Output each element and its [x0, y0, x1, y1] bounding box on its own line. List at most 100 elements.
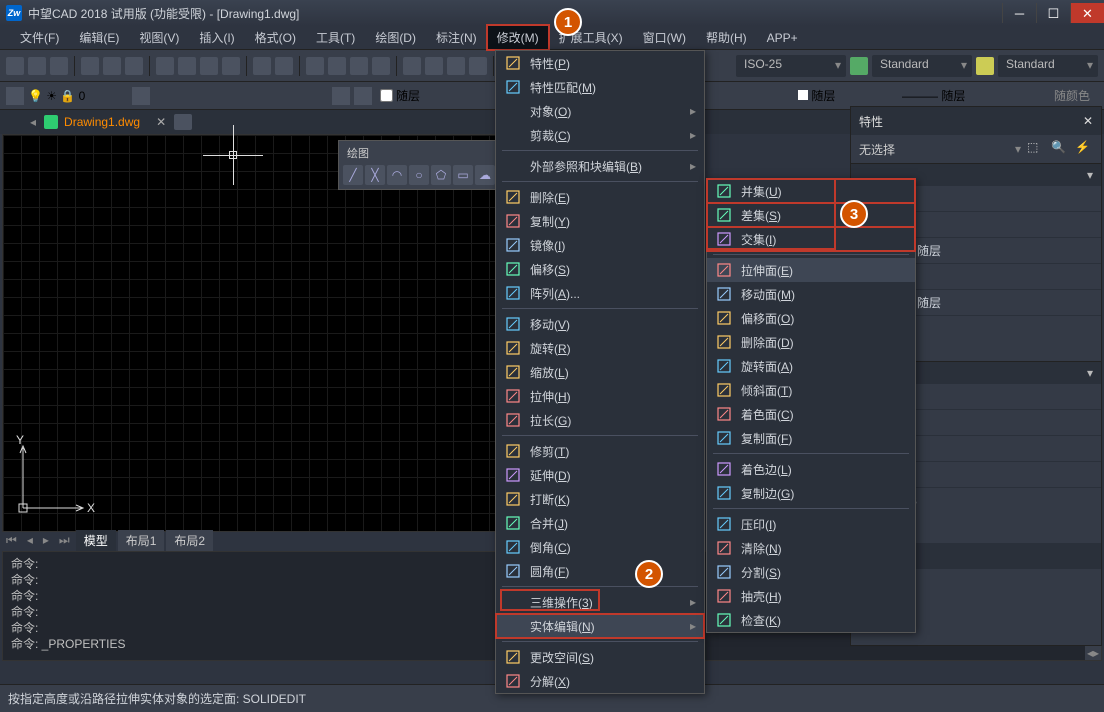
menu-item-explode[interactable]: 分解(X)	[496, 669, 704, 693]
linetype-icon[interactable]	[332, 87, 350, 105]
tab-prev-icon[interactable]: ◂	[23, 533, 37, 547]
new-icon[interactable]	[6, 57, 24, 75]
menu-item-union[interactable]: 并集(U)	[707, 179, 915, 203]
open-icon[interactable]	[28, 57, 46, 75]
menu-item-offf[interactable]: 偏移面(O)	[707, 306, 915, 330]
color-combo[interactable]: 随层	[798, 87, 898, 104]
print-icon[interactable]	[81, 57, 99, 75]
menu-item-delf[interactable]: 删除面(D)	[707, 330, 915, 354]
menu-视图V[interactable]: 视图(V)	[129, 25, 189, 50]
menu-item-colorf[interactable]: 着色面(C)	[707, 402, 915, 426]
textstyle-icon[interactable]	[976, 57, 994, 75]
xline-icon[interactable]: ╳	[365, 165, 385, 185]
pan-icon[interactable]	[306, 57, 324, 75]
polygon-icon[interactable]: ⬠	[431, 165, 451, 185]
menu-item-props[interactable]: 特性(P)	[496, 51, 704, 75]
quickselect-icon[interactable]: 🔍	[1051, 140, 1069, 158]
menu-item-对象(O)[interactable]: 对象(O)▸	[496, 99, 704, 123]
menu-窗口W[interactable]: 窗口(W)	[633, 25, 696, 50]
menu-item-extend[interactable]: 延伸(D)	[496, 463, 704, 487]
tab-model[interactable]: 模型	[76, 530, 116, 551]
menu-插入I[interactable]: 插入(I)	[189, 25, 244, 50]
line-icon[interactable]: ╱	[343, 165, 363, 185]
menu-item-lengthen[interactable]: 拉长(G)	[496, 408, 704, 432]
props-icon[interactable]	[403, 57, 421, 75]
menu-item-三维操作(3)[interactable]: 三维操作(3)▸	[496, 590, 704, 614]
menu-工具T[interactable]: 工具(T)	[306, 25, 365, 50]
tablestyle-combo[interactable]: Standard	[998, 55, 1098, 77]
menu-item-copy[interactable]: 复制(Y)	[496, 209, 704, 233]
selection-combo[interactable]: 无选择	[859, 141, 1009, 158]
menu-item-taperf[interactable]: 倾斜面(T)	[707, 378, 915, 402]
dimstyle-icon[interactable]	[850, 57, 868, 75]
flash-icon[interactable]: ⚡	[1075, 140, 1093, 158]
matchprops-icon[interactable]	[222, 57, 240, 75]
zoomwin-icon[interactable]	[350, 57, 368, 75]
menu-格式O[interactable]: 格式(O)	[245, 25, 306, 50]
menu-item-movef[interactable]: 移动面(M)	[707, 282, 915, 306]
designcenter-icon[interactable]	[425, 57, 443, 75]
menu-item-mirror[interactable]: 镜像(I)	[496, 233, 704, 257]
menu-item-copye[interactable]: 复制边(G)	[707, 481, 915, 505]
rect-icon[interactable]: ▭	[453, 165, 473, 185]
menu-item-break[interactable]: 打断(K)	[496, 487, 704, 511]
menu-绘图D[interactable]: 绘图(D)	[365, 25, 426, 50]
menu-文件F[interactable]: 文件(F)	[10, 25, 69, 50]
linetype2-icon[interactable]	[354, 87, 372, 105]
menu-item-extrf[interactable]: 拉伸面(E)	[707, 258, 915, 282]
menu-item-sep[interactable]: 分割(S)	[707, 560, 915, 584]
menu-item-stretch[interactable]: 拉伸(H)	[496, 384, 704, 408]
cut-icon[interactable]	[156, 57, 174, 75]
menu-item-rotf[interactable]: 旋转面(A)	[707, 354, 915, 378]
tab-layout1[interactable]: 布局1	[118, 530, 165, 551]
save-icon[interactable]	[50, 57, 68, 75]
menu-item-array[interactable]: 阵列(A)...	[496, 281, 704, 305]
menu-修改M[interactable]: 修改(M)	[487, 25, 549, 50]
undo-icon[interactable]	[253, 57, 271, 75]
circle-icon[interactable]: ○	[409, 165, 429, 185]
tab-first-icon[interactable]: ⏮	[2, 533, 21, 548]
arc-icon[interactable]: ◠	[387, 165, 407, 185]
menu-item-imprint[interactable]: 压印(I)	[707, 512, 915, 536]
menu-item-space[interactable]: 更改空间(S)	[496, 645, 704, 669]
publish-icon[interactable]	[125, 57, 143, 75]
bylayer-check[interactable]	[380, 89, 393, 102]
preview-icon[interactable]	[103, 57, 121, 75]
draw-toolbar[interactable]: 绘图 ╱ ╳ ◠ ○ ⬠ ▭ ☁	[338, 140, 500, 190]
menu-item-move[interactable]: 移动(V)	[496, 312, 704, 336]
tab-last-icon[interactable]: ⏭	[55, 533, 74, 548]
tab-next-icon[interactable]: ▸	[39, 533, 53, 547]
menu-APP+[interactable]: APP+	[757, 27, 808, 49]
menu-item-fillet[interactable]: 圆角(F)	[496, 559, 704, 583]
minimize-button[interactable]: ─	[1002, 3, 1036, 23]
menu-item-check[interactable]: 检查(K)	[707, 608, 915, 632]
redo-icon[interactable]	[275, 57, 293, 75]
menu-item-剪裁(C)[interactable]: 剪裁(C)▸	[496, 123, 704, 147]
zoomprev-icon[interactable]	[372, 57, 390, 75]
pickadd-icon[interactable]: ⬚	[1027, 140, 1045, 158]
menu-item-外部参照和块编辑(B)[interactable]: 外部参照和块编辑(B)▸	[496, 154, 704, 178]
menu-item-scale[interactable]: 缩放(L)	[496, 360, 704, 384]
close-tab-icon[interactable]: ✕	[156, 115, 166, 129]
maximize-button[interactable]: ☐	[1036, 3, 1070, 23]
menu-item-join[interactable]: 合并(J)	[496, 511, 704, 535]
menu-item-copyf[interactable]: 复制面(F)	[707, 426, 915, 450]
menu-item-trim[interactable]: 修剪(T)	[496, 439, 704, 463]
menu-item-实体编辑(N)[interactable]: 实体编辑(N)▸	[496, 614, 704, 638]
new-tab-icon[interactable]	[174, 114, 192, 130]
menu-item-rotate[interactable]: 旋转(R)	[496, 336, 704, 360]
tab-layout2[interactable]: 布局2	[166, 530, 213, 551]
menu-编辑E[interactable]: 编辑(E)	[69, 25, 129, 50]
textstyle-combo[interactable]: Standard	[872, 55, 972, 77]
menu-item-match[interactable]: 特性匹配(M)	[496, 75, 704, 99]
copy-icon[interactable]	[178, 57, 196, 75]
drawing-canvas[interactable]: YX	[2, 134, 497, 532]
menu-标注N[interactable]: 标注(N)	[426, 25, 487, 50]
menu-帮助H[interactable]: 帮助(H)	[696, 25, 757, 50]
menu-item-colore[interactable]: 着色边(L)	[707, 457, 915, 481]
dimstyle-combo[interactable]: ISO-25	[736, 55, 846, 77]
linetype-combo[interactable]: ——— 随层	[902, 87, 1042, 104]
menu-item-shell[interactable]: 抽壳(H)	[707, 584, 915, 608]
menu-item-subtract[interactable]: 差集(S)	[707, 203, 915, 227]
layer2-icon[interactable]	[132, 87, 150, 105]
